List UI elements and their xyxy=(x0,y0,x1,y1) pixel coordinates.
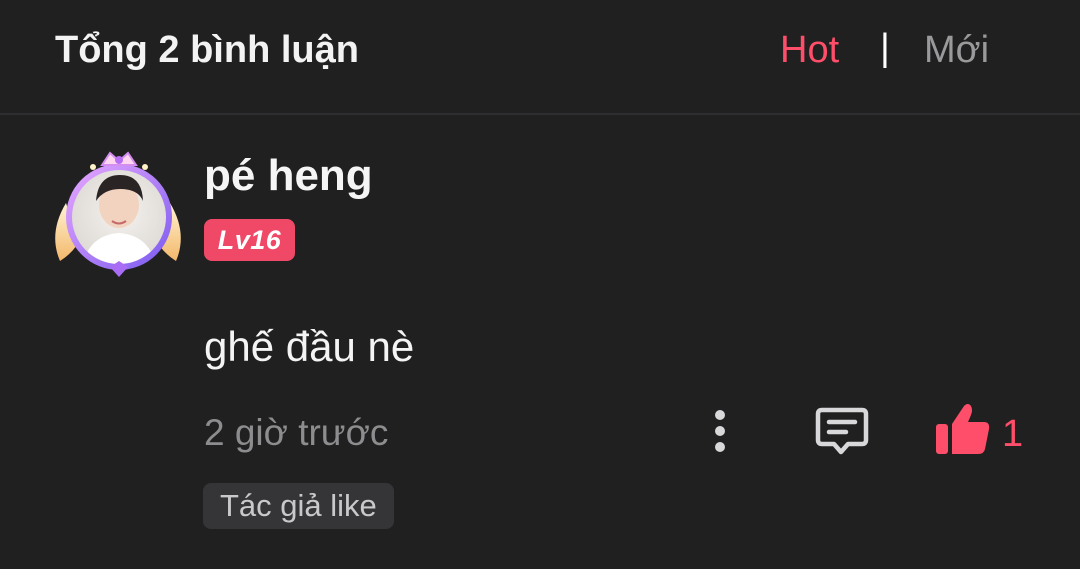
comment-username[interactable]: pé heng xyxy=(204,151,373,201)
like-button[interactable] xyxy=(934,402,992,458)
comments-panel: Tổng 2 bình luận Hot | Mới pé heng Lv16 … xyxy=(0,0,1080,569)
sort-new-tab[interactable]: Mới xyxy=(924,28,989,72)
comments-header: Tổng 2 bình luận Hot | Mới xyxy=(0,0,1080,115)
avatar-frame-icon xyxy=(55,151,181,277)
comment-bubble-icon xyxy=(815,407,869,455)
vertical-dots-icon xyxy=(715,410,725,452)
reply-button[interactable] xyxy=(814,404,870,458)
sort-hot-tab[interactable]: Hot xyxy=(780,28,839,72)
sort-separator: | xyxy=(880,27,890,69)
more-options-button[interactable] xyxy=(704,406,736,456)
author-liked-tag: Tác giả like xyxy=(203,483,394,529)
avatar[interactable] xyxy=(46,143,188,285)
like-count: 1 xyxy=(1002,413,1024,455)
thumbs-up-icon xyxy=(936,404,990,454)
comment-total-label: Tổng 2 bình luận xyxy=(55,29,359,71)
level-badge: Lv16 xyxy=(204,219,295,261)
comment-text: ghế đầu nè xyxy=(204,323,415,370)
comment-timestamp: 2 giờ trước xyxy=(204,412,389,453)
level-badge-label: Lv16 xyxy=(217,224,282,255)
